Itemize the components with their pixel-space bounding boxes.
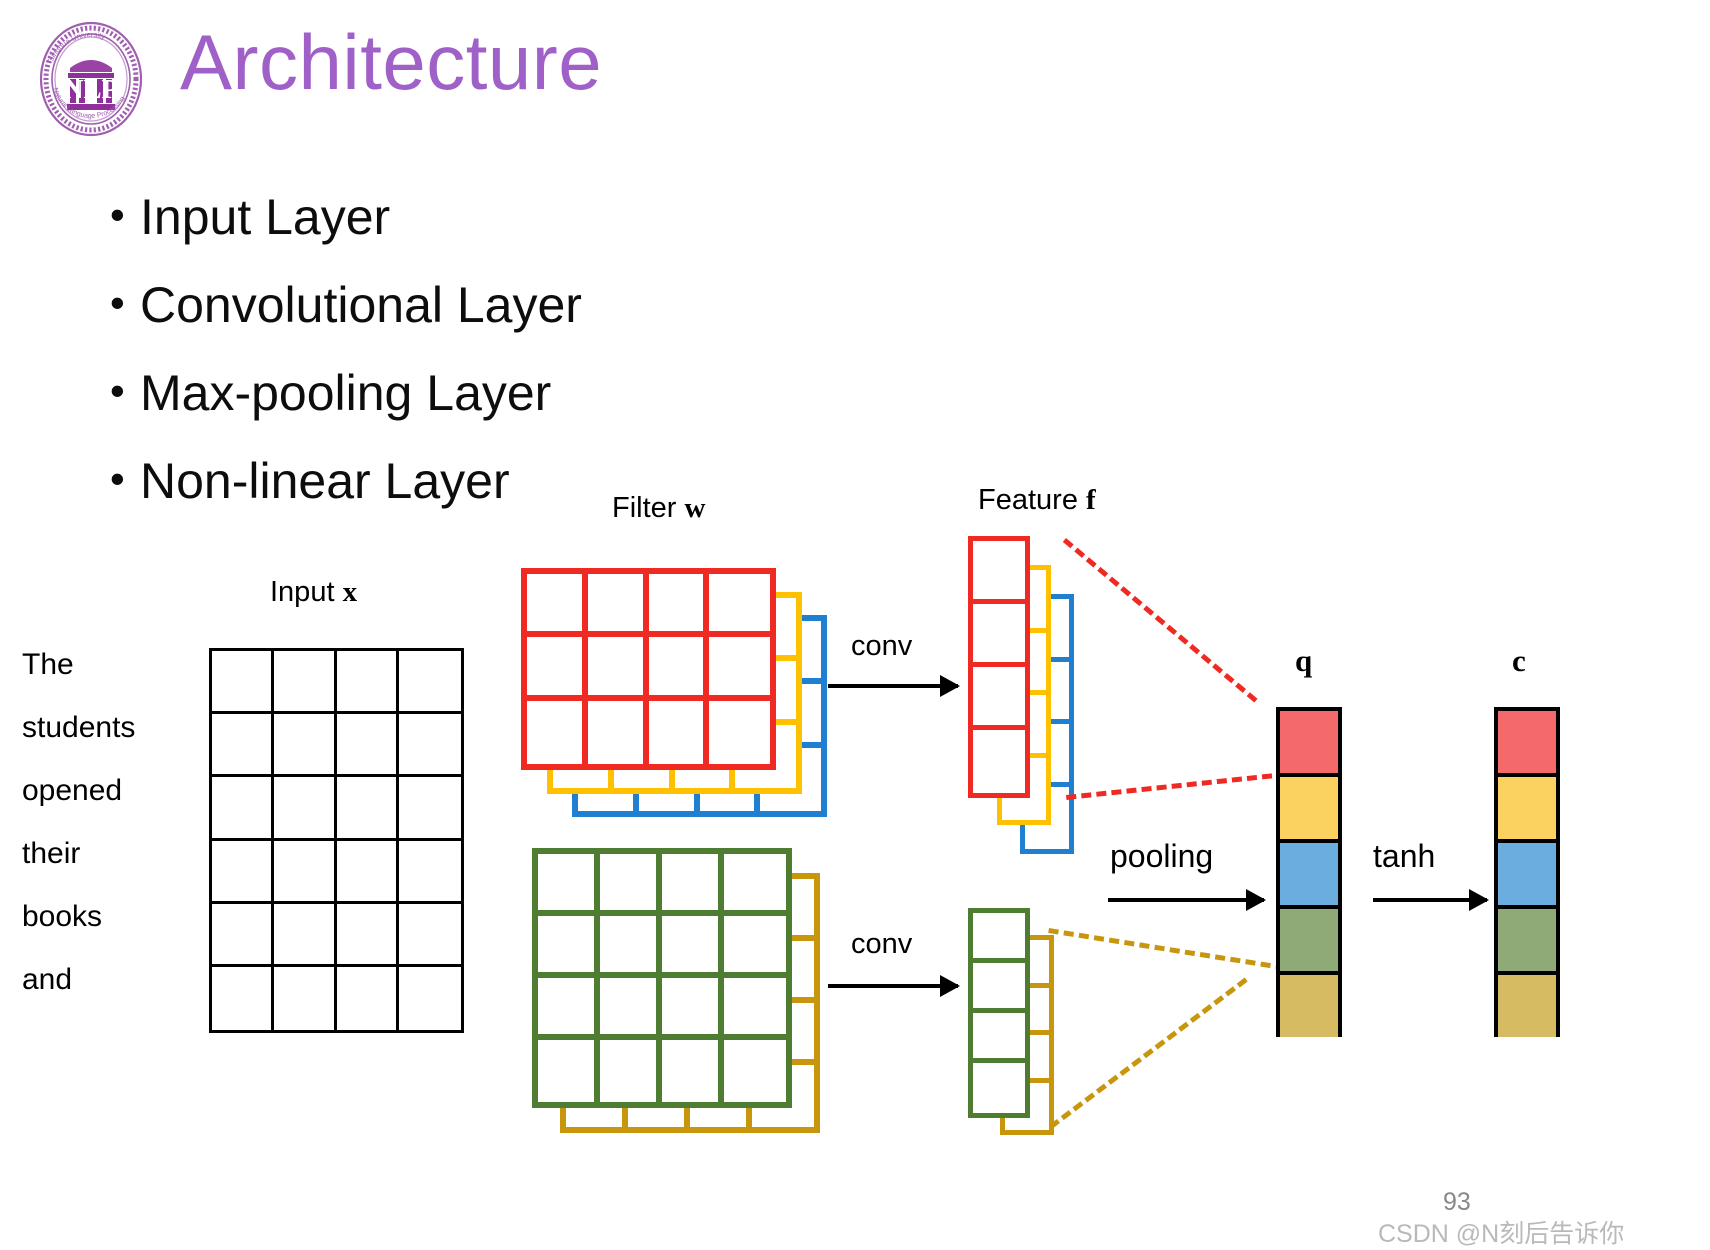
sentence-word: The [22,648,74,681]
bullet-label: Convolutional Layer [140,277,582,333]
q-cell [1280,777,1338,843]
bullet-label: Non-linear Layer [140,453,510,509]
feature-stack-top-layer-red [968,536,1030,798]
tsinghua-nlp-logo: NLP Tsinghua University Natural Language… [30,18,152,140]
q-cell [1280,711,1338,777]
c-cell [1498,975,1556,1037]
svg-text:NLP: NLP [64,74,118,104]
list-item: • Input Layer [110,192,810,242]
watermark: CSDN @N刻后告诉你 [1378,1220,1625,1248]
pool-connector-bottom-lower [1049,977,1248,1129]
tanh-label: tanh [1373,838,1436,874]
slide: NLP Tsinghua University Natural Language… [0,0,1710,1248]
pool-connector-top-upper [1062,538,1258,703]
pooling-arrow [1108,889,1266,911]
c-cell [1498,909,1556,975]
page-number: 93 [1443,1188,1471,1216]
q-vector [1276,707,1342,1037]
bullet-label: Max-pooling Layer [140,365,552,421]
conv-bottom-arrow [828,975,960,997]
q-label: q [1295,643,1313,678]
feature-label: Feature f [978,484,1096,516]
bullet-marker-icon: • [110,191,125,238]
feature-stack-bottom-layer-green [968,908,1030,1118]
sentence-word: and [22,963,73,996]
sentence-word: students [22,711,136,744]
input-label: Input x [270,576,358,608]
bullet-marker-icon: • [110,455,125,502]
c-label: c [1512,643,1526,678]
pooling-label: pooling [1110,838,1214,874]
c-cell [1498,777,1556,843]
c-cell [1498,843,1556,909]
bullet-marker-icon: • [110,279,125,326]
c-cell [1498,711,1556,777]
q-cell [1280,909,1338,975]
conv-top-label: conv [851,630,913,662]
page-title: Architecture [180,18,603,106]
bullet-marker-icon: • [110,367,125,414]
filter-stack-top-layer-red [521,568,776,770]
tanh-arrow [1373,889,1489,911]
conv-bottom-label: conv [851,928,913,960]
pool-connector-top-lower [1066,771,1288,800]
q-cell [1280,975,1338,1037]
input-sentence-words: The students opened their books and [22,650,192,1028]
c-vector [1494,707,1560,1037]
pool-connector-bottom-upper [1048,928,1287,971]
list-item: • Convolutional Layer [110,280,810,330]
filter-stack-bottom-layer-green [532,848,792,1108]
sentence-word: their [22,837,81,870]
conv-top-arrow [828,675,960,697]
sentence-word: books [22,900,103,933]
filter-label: Filter w [612,492,706,524]
q-cell [1280,843,1338,909]
input-grid [209,648,464,1033]
sentence-word: opened [22,774,123,807]
bullet-label: Input Layer [140,189,391,245]
list-item: • Max-pooling Layer [110,368,810,418]
